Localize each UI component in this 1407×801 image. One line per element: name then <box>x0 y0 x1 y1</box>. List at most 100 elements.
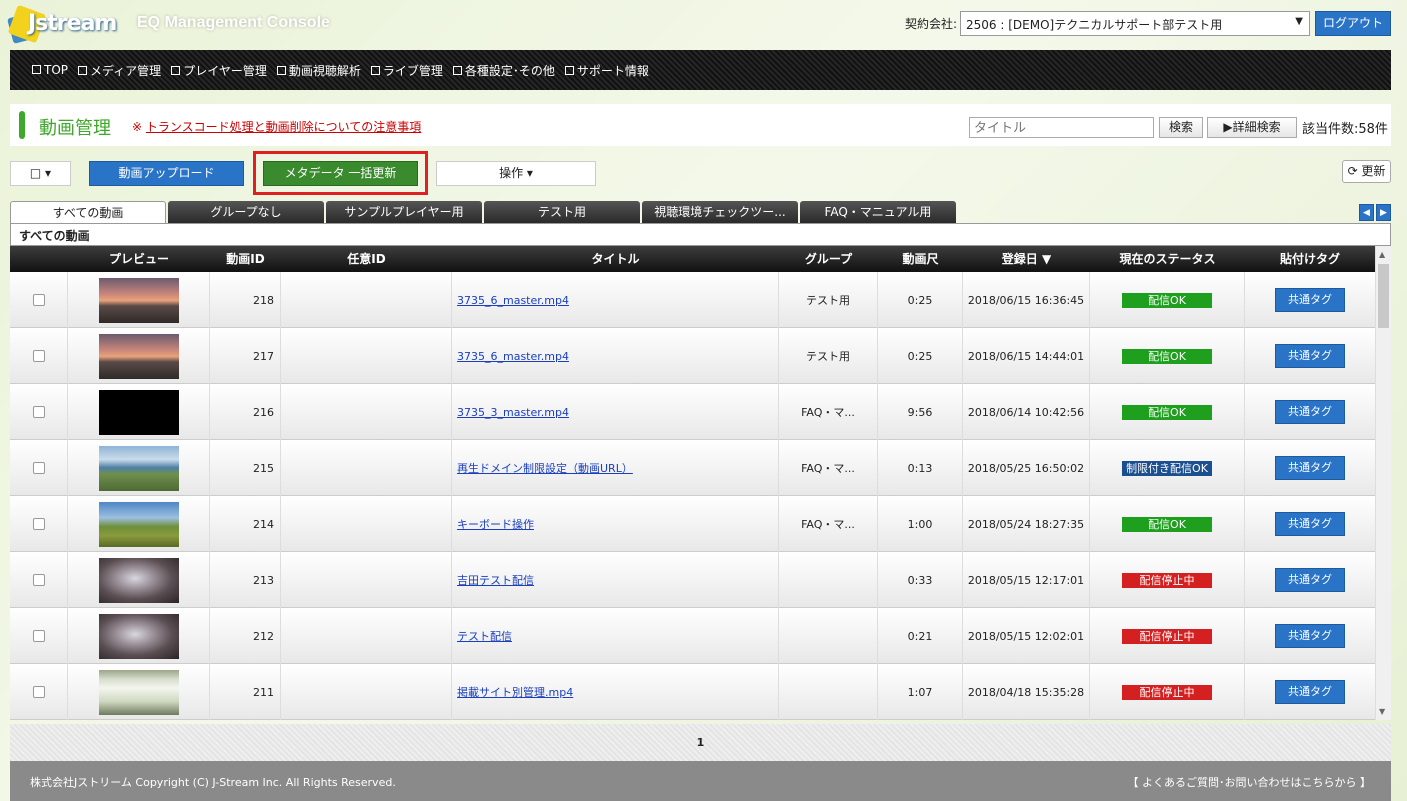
tab-env-check[interactable]: 視聴環境チェックツー... <box>642 201 798 223</box>
nav-item-analytics[interactable]: 動画視聴解析 <box>276 62 361 79</box>
page-number[interactable]: 1 <box>697 736 705 749</box>
footer: 株式会社Jストリーム Copyright (C) J-Stream Inc. A… <box>10 761 1391 801</box>
group-cell <box>779 664 878 720</box>
table-row[interactable]: 214 キーボード操作 FAQ・マ... 1:00 2018/05/24 18:27:3… <box>10 496 1375 552</box>
col-header-tag[interactable]: 貼付けタグ <box>1245 246 1375 272</box>
tag-cell: 共通タグ <box>1245 440 1375 496</box>
nav-item-support[interactable]: サポート情報 <box>564 62 649 79</box>
tab-no-group[interactable]: グループなし <box>168 201 324 223</box>
search-input[interactable] <box>969 117 1154 138</box>
row-checkbox[interactable] <box>32 518 45 530</box>
contract-select-value: 2506 : [DEMO]テクニカルサポート部テスト用 <box>966 18 1223 32</box>
row-checkbox[interactable] <box>32 406 45 418</box>
nav-item-label: ライブ管理 <box>382 63 443 78</box>
video-thumbnail[interactable] <box>98 557 179 603</box>
row-checkbox[interactable] <box>32 630 45 642</box>
jstream-logo[interactable]: Jstream <box>7 4 120 45</box>
table-row[interactable]: 215 再生ドメイン制限設定（動画URL） FAQ・マ... 0:13 2018/05/… <box>10 440 1375 496</box>
video-thumbnail[interactable] <box>98 501 179 547</box>
video-title-link[interactable]: 掲載サイト別管理.mp4 <box>457 684 573 700</box>
video-thumbnail[interactable] <box>98 669 179 715</box>
nav-item-player[interactable]: プレイヤー管理 <box>171 62 267 79</box>
video-thumbnail[interactable] <box>98 277 179 323</box>
table-row[interactable]: 217 3735_6_master.mp4 テスト用 0:25 2018/06/15 1… <box>10 328 1375 384</box>
operations-dropdown[interactable]: 操作 ▾ <box>436 161 596 186</box>
embed-tag-button[interactable]: 共通タグ <box>1275 400 1345 424</box>
video-title-link[interactable]: テスト配信 <box>457 628 512 644</box>
nav-item-label: 各種設定･その他 <box>464 63 555 78</box>
video-thumbnail[interactable] <box>98 389 179 435</box>
nav-item-label: メディア管理 <box>90 63 162 78</box>
video-thumbnail[interactable] <box>98 613 179 659</box>
video-title-link[interactable]: 吉田テスト配信 <box>457 572 534 588</box>
video-id-cell: 212 <box>210 608 281 664</box>
faq-link[interactable]: 【 よくあるご質問･お問い合わせはこちらから 】 <box>1128 774 1372 790</box>
scroll-down-icon[interactable]: ▼ <box>1379 707 1385 716</box>
video-thumbnail[interactable] <box>98 333 179 379</box>
nav-item-live[interactable]: ライブ管理 <box>370 62 443 79</box>
nav-item-media[interactable]: メディア管理 <box>78 62 161 79</box>
col-header-date[interactable]: 登録日 ▼ <box>963 246 1090 272</box>
scrollbar-thumb[interactable] <box>1378 264 1389 328</box>
select-all-dropdown[interactable]: □ ▾ <box>10 161 71 186</box>
tab-test[interactable]: テスト用 <box>484 201 640 223</box>
table-row[interactable]: 218 3735_6_master.mp4 テスト用 0:25 2018/06/15 1… <box>10 272 1375 328</box>
embed-tag-button[interactable]: 共通タグ <box>1275 456 1345 480</box>
row-checkbox[interactable] <box>32 294 45 306</box>
row-checkbox[interactable] <box>32 686 45 698</box>
col-header-duration[interactable]: 動画尺 <box>878 246 963 272</box>
video-thumbnail[interactable] <box>98 445 179 491</box>
tag-cell: 共通タグ <box>1245 608 1375 664</box>
col-header-custom-id[interactable]: 任意ID <box>281 246 452 272</box>
tab-next-arrow-icon[interactable]: ▶ <box>1376 204 1391 221</box>
embed-tag-button[interactable]: 共通タグ <box>1275 512 1345 536</box>
embed-tag-button[interactable]: 共通タグ <box>1275 568 1345 592</box>
table-row[interactable]: 212 テスト配信 0:21 2018/05/15 12:02:01 配信停止中 共通タグ <box>10 608 1375 664</box>
embed-tag-button[interactable]: 共通タグ <box>1275 680 1345 704</box>
logout-button[interactable]: ログアウト <box>1315 11 1391 36</box>
video-title-link[interactable]: 再生ドメイン制限設定（動画URL） <box>457 460 633 476</box>
checkbox-icon <box>32 65 41 74</box>
vertical-scrollbar[interactable]: ▲ ▼ <box>1375 246 1391 720</box>
video-title-link[interactable]: 3735_6_master.mp4 <box>457 294 569 307</box>
row-select-cell <box>10 664 68 720</box>
nav-item-settings[interactable]: 各種設定･その他 <box>452 62 555 79</box>
status-cell: 配信OK <box>1090 328 1245 384</box>
embed-tag-button[interactable]: 共通タグ <box>1275 344 1345 368</box>
row-checkbox[interactable] <box>32 574 45 586</box>
title-cell: 3735_3_master.mp4 <box>452 384 779 440</box>
table-row[interactable]: 213 吉田テスト配信 0:33 2018/05/15 12:17:01 配信停止中 共通… <box>10 552 1375 608</box>
nav-item-top[interactable]: TOP <box>32 63 68 77</box>
col-header-preview[interactable]: プレビュー <box>68 246 210 272</box>
tab-all-videos[interactable]: すべての動画 <box>10 201 166 223</box>
group-tabs: すべての動画 グループなし サンプルプレイヤー用 テスト用 視聴環境チェックツー… <box>10 201 958 223</box>
refresh-button[interactable]: ⟳ 更新 <box>1342 160 1391 183</box>
notice-link[interactable]: トランスコード処理と動画削除についての注意事項 <box>146 120 421 134</box>
col-header-video-id[interactable]: 動画ID <box>210 246 281 272</box>
row-checkbox[interactable] <box>32 462 45 474</box>
video-title-link[interactable]: 3735_3_master.mp4 <box>457 406 569 419</box>
table-row[interactable]: 216 3735_3_master.mp4 FAQ・マ... 9:56 2018/06/… <box>10 384 1375 440</box>
tab-sample-player[interactable]: サンプルプレイヤー用 <box>326 201 482 223</box>
title-cell: 掲載サイト別管理.mp4 <box>452 664 779 720</box>
metadata-bulk-update-button[interactable]: メタデータ 一括更新 <box>263 161 418 186</box>
contract-select[interactable]: 2506 : [DEMO]テクニカルサポート部テスト用 ▼ <box>960 11 1310 36</box>
video-id-cell: 218 <box>210 272 281 328</box>
video-title-link[interactable]: 3735_6_master.mp4 <box>457 350 569 363</box>
embed-tag-button[interactable]: 共通タグ <box>1275 624 1345 648</box>
tab-prev-arrow-icon[interactable]: ◀ <box>1359 204 1374 221</box>
row-checkbox[interactable] <box>32 350 45 362</box>
upload-button[interactable]: 動画アップロード <box>89 161 244 186</box>
col-header-status[interactable]: 現在のステータス <box>1090 246 1245 272</box>
date-cell: 2018/05/25 16:50:02 <box>963 440 1090 496</box>
col-header-title[interactable]: タイトル <box>452 246 779 272</box>
tab-faq-manual[interactable]: FAQ・マニュアル用 <box>800 201 956 223</box>
table-row[interactable]: 211 掲載サイト別管理.mp4 1:07 2018/04/18 15:35:28 配信… <box>10 664 1375 720</box>
advanced-search-button[interactable]: ▶詳細検索 <box>1207 117 1297 138</box>
checkbox-icon <box>171 65 181 75</box>
scroll-up-icon[interactable]: ▲ <box>1379 250 1385 259</box>
col-header-group[interactable]: グループ <box>779 246 878 272</box>
video-title-link[interactable]: キーボード操作 <box>457 516 534 532</box>
embed-tag-button[interactable]: 共通タグ <box>1275 288 1345 312</box>
search-button[interactable]: 検索 <box>1159 117 1203 138</box>
